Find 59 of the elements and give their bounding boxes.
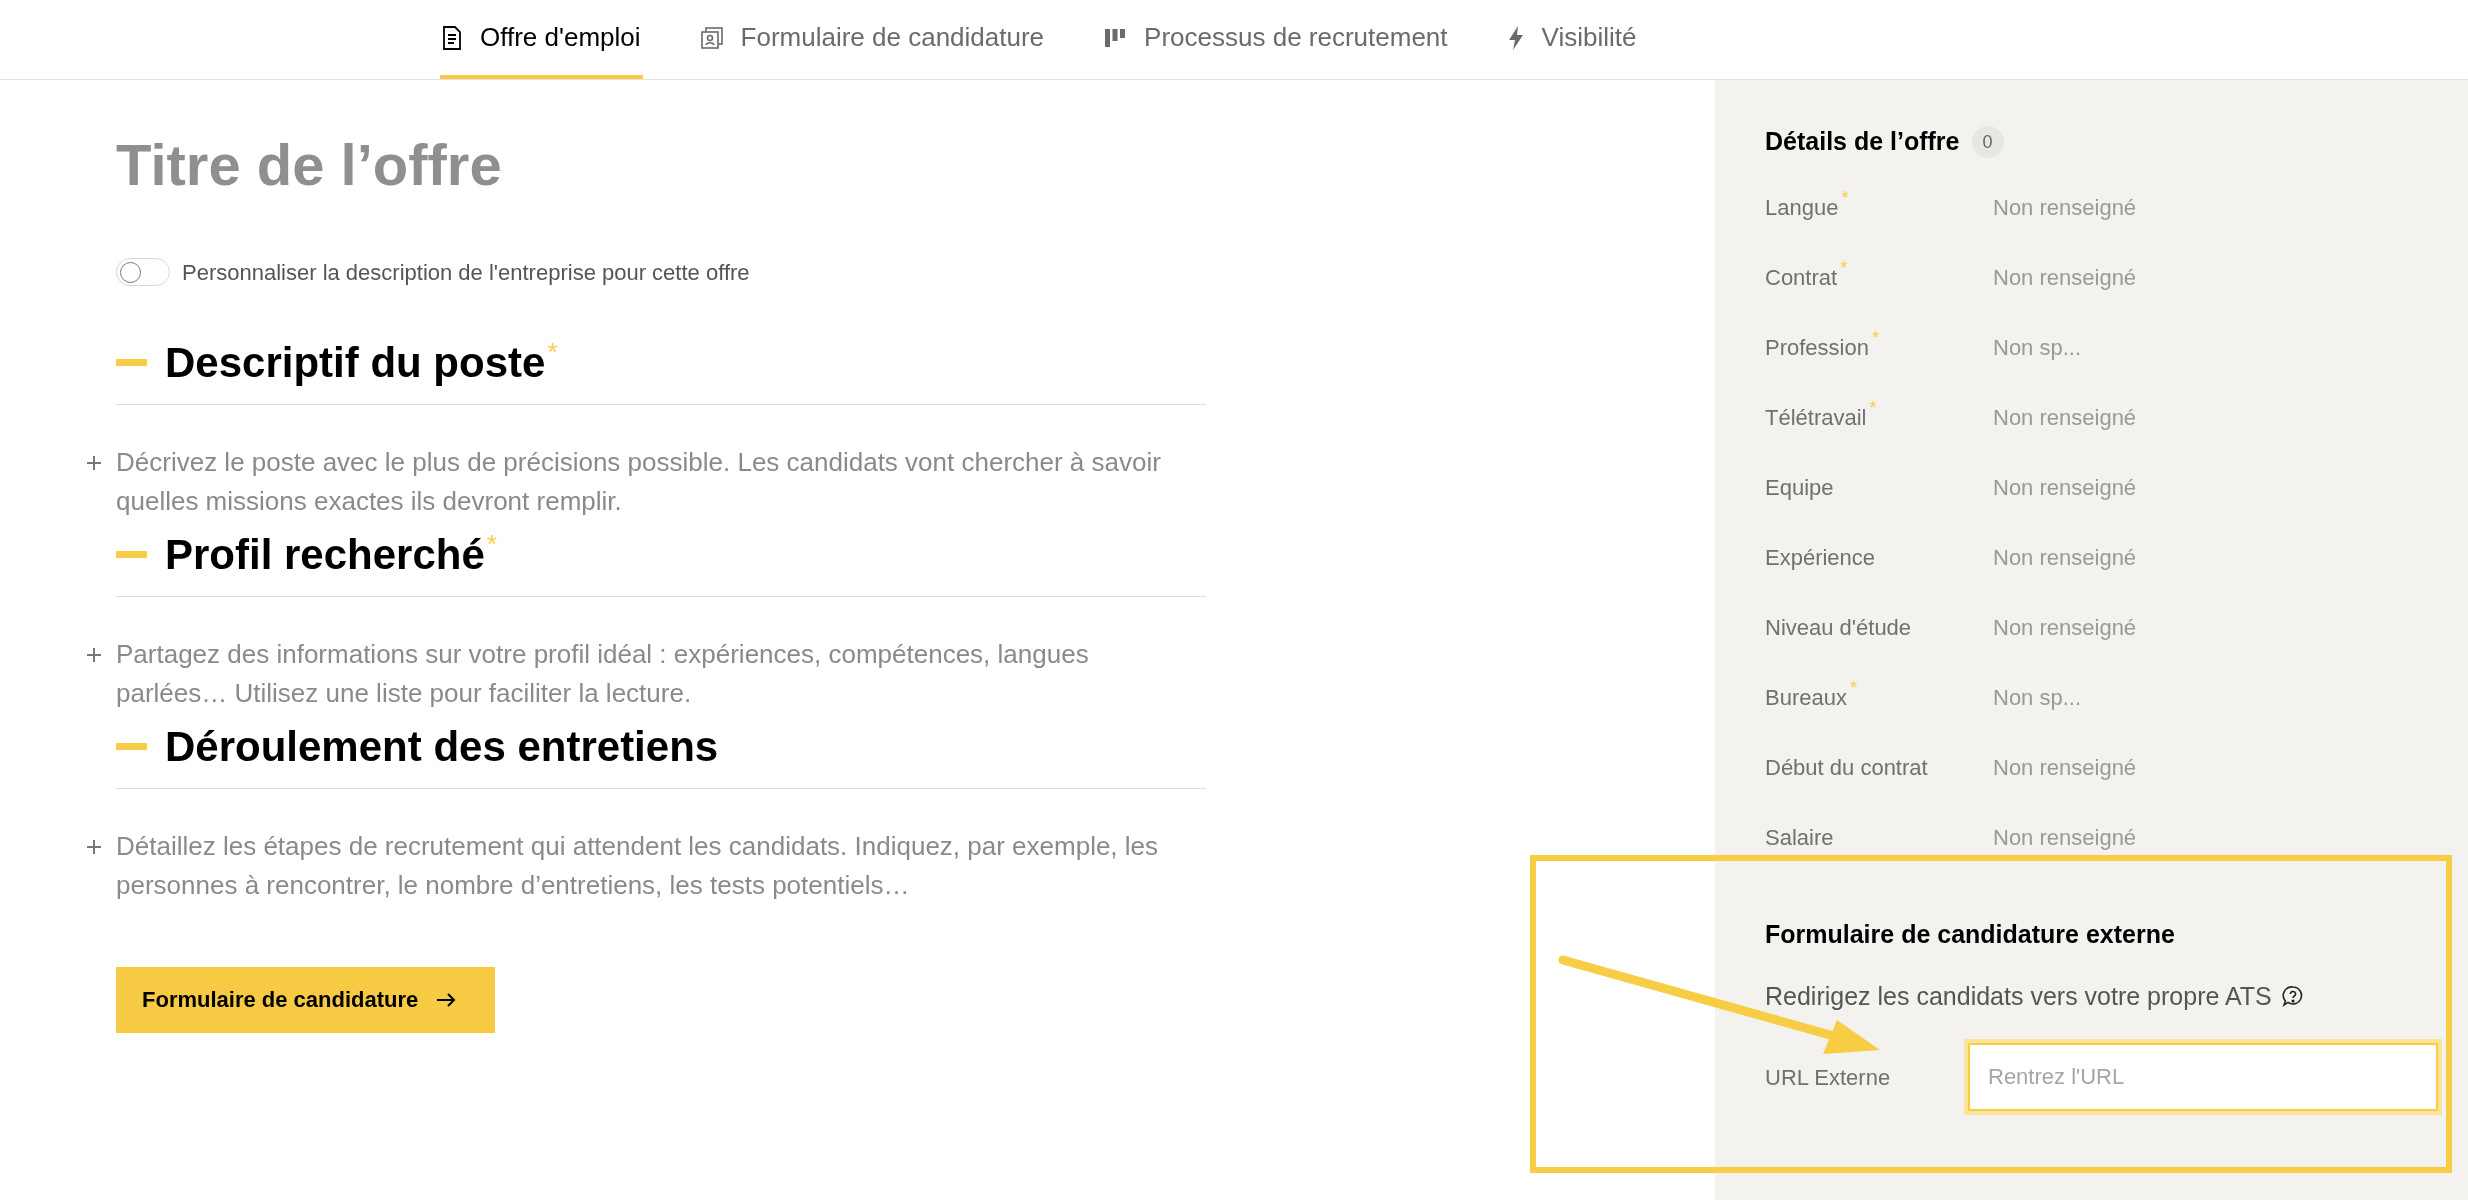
id-card-icon [700, 26, 723, 49]
detail-label: Equipe [1765, 473, 1834, 502]
section-title: Formulaire de candidature externe [1765, 919, 2175, 950]
section-dash [116, 358, 147, 366]
detail-label: Télétravail [1765, 403, 1867, 432]
url-input-field[interactable]: Rentrez l'URL [1968, 1043, 2438, 1111]
detail-label: Profession [1765, 333, 1869, 362]
required-asterisk: * [1869, 396, 1877, 420]
nav-tab[interactable]: Formulaire de candidature [698, 0, 1047, 79]
section-placeholder[interactable]: Détaillez les étapes de recrutement qui attendent les candidats. Indiquez, par exemple, les personnes à rencontrer, le nombre d’entretiens, les tests potentiels… [116, 826, 1176, 905]
nav-tab[interactable]: Visibilité [1505, 0, 1639, 79]
section-placeholder[interactable]: Décrivez le poste avec le plus de précisions possible. Les candidats vont chercher à savoir quelles missions exactes ils devront remplir. [116, 442, 1176, 521]
detail-value[interactable]: Non sp... [1993, 330, 2082, 364]
description-text: Redirigez les candidats vers votre propre ATS [1765, 980, 2272, 1012]
detail-value[interactable]: Non renseigné [1993, 820, 2137, 854]
section-heading: Déroulement des entretiens [165, 721, 719, 772]
detail-value[interactable]: Non sp... [1993, 680, 2082, 714]
required-asterisk: * [1849, 676, 1857, 700]
toggle-switch[interactable] [116, 258, 170, 287]
detail-label: Langue [1765, 193, 1839, 222]
url-label: URL Externe [1765, 1063, 1892, 1092]
detail-label: Salaire [1765, 823, 1834, 852]
section-heading: Descriptif du poste [165, 337, 546, 388]
detail-label: Expérience [1765, 543, 1876, 572]
required-asterisk: * [547, 335, 558, 369]
detail-value[interactable]: Non renseigné [1993, 610, 2137, 644]
nav-tab[interactable]: Offre d'emploi [440, 0, 643, 79]
next-step-button[interactable]: Formulaire de candidature [116, 966, 495, 1033]
required-asterisk: * [1840, 256, 1848, 280]
detail-value[interactable]: Non renseigné [1993, 400, 2137, 434]
plus-icon[interactable] [86, 838, 102, 855]
section-placeholder[interactable]: Partagez des informations sur votre profil idéal : expériences, compétences, langues parlées… Utilisez une liste pour faciliter la lecture. [116, 634, 1176, 713]
detail-label: Niveau d'étude [1765, 613, 1912, 642]
lightning-icon [1507, 25, 1524, 50]
count-badge: 0 [1971, 126, 2004, 158]
toggle-label: Personnaliser la description de l'entreprise pour cette offre [182, 258, 750, 287]
detail-value[interactable]: Non renseigné [1993, 260, 2137, 294]
offer-title[interactable]: Titre de l’offre [116, 130, 502, 200]
detail-label: Contrat [1765, 263, 1838, 292]
section-heading: Profil recherché [165, 529, 485, 580]
section-dash [116, 550, 147, 558]
document-icon [442, 25, 462, 50]
kanban-icon [1104, 26, 1127, 49]
required-asterisk: * [1871, 326, 1879, 350]
nav-tab[interactable]: Processus de recrutement [1102, 0, 1450, 79]
detail-value[interactable]: Non renseigné [1993, 190, 2137, 224]
arrow-right-icon [436, 991, 457, 1008]
required-asterisk: * [486, 527, 497, 561]
detail-label: Début du contrat [1765, 753, 1928, 782]
section-dash [116, 742, 147, 750]
detail-value[interactable]: Non renseigné [1993, 750, 2137, 784]
detail-label: Bureaux [1765, 683, 1847, 712]
plus-icon[interactable] [86, 454, 102, 471]
detail-value[interactable]: Non renseigné [1993, 470, 2137, 504]
panel-title: Détails de l’offre [1765, 126, 1960, 158]
required-asterisk: * [1841, 186, 1849, 210]
help-icon[interactable] [2281, 985, 2304, 1008]
detail-value[interactable]: Non renseigné [1993, 540, 2137, 574]
plus-icon[interactable] [86, 646, 102, 663]
